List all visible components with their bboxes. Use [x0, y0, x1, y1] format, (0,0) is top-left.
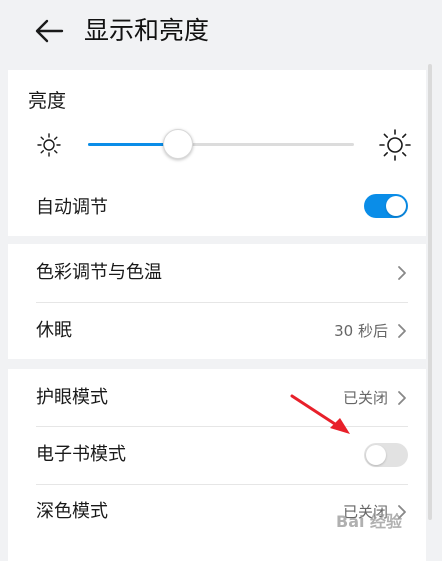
chevron-right-icon[interactable]: [396, 265, 408, 281]
brightness-label: 亮度: [28, 90, 67, 112]
eye-comfort-label[interactable]: 护眼模式: [36, 386, 108, 410]
toggle-knob: [386, 196, 406, 216]
brightness-slider[interactable]: [88, 129, 354, 159]
chevron-right-icon[interactable]: [396, 323, 408, 339]
toggle-knob: [366, 445, 386, 465]
chevron-right-icon[interactable]: [396, 390, 408, 406]
back-arrow-icon[interactable]: [34, 18, 64, 44]
auto-adjust-label: 自动调节: [36, 197, 108, 218]
page-title: 显示和亮度: [84, 16, 210, 45]
annotation-arrow: [290, 394, 350, 434]
color-temp-label[interactable]: 色彩调节与色温: [36, 261, 162, 285]
watermark: Bai 经验: [336, 512, 403, 531]
sleep-value: 30 秒后: [334, 322, 388, 340]
ebook-mode-label: 电子书模式: [36, 444, 126, 465]
divider: [36, 302, 408, 303]
sleep-label[interactable]: 休眠: [36, 319, 72, 343]
sun-icon: [37, 133, 61, 157]
scrollbar[interactable]: [428, 64, 432, 520]
auto-adjust-toggle[interactable]: [364, 194, 408, 218]
header-bar: 显示和亮度: [0, 0, 442, 64]
ebook-mode-toggle[interactable]: [364, 443, 408, 467]
sun-icon: [379, 129, 411, 161]
divider: [36, 484, 408, 485]
dark-mode-label[interactable]: 深色模式: [36, 500, 108, 524]
